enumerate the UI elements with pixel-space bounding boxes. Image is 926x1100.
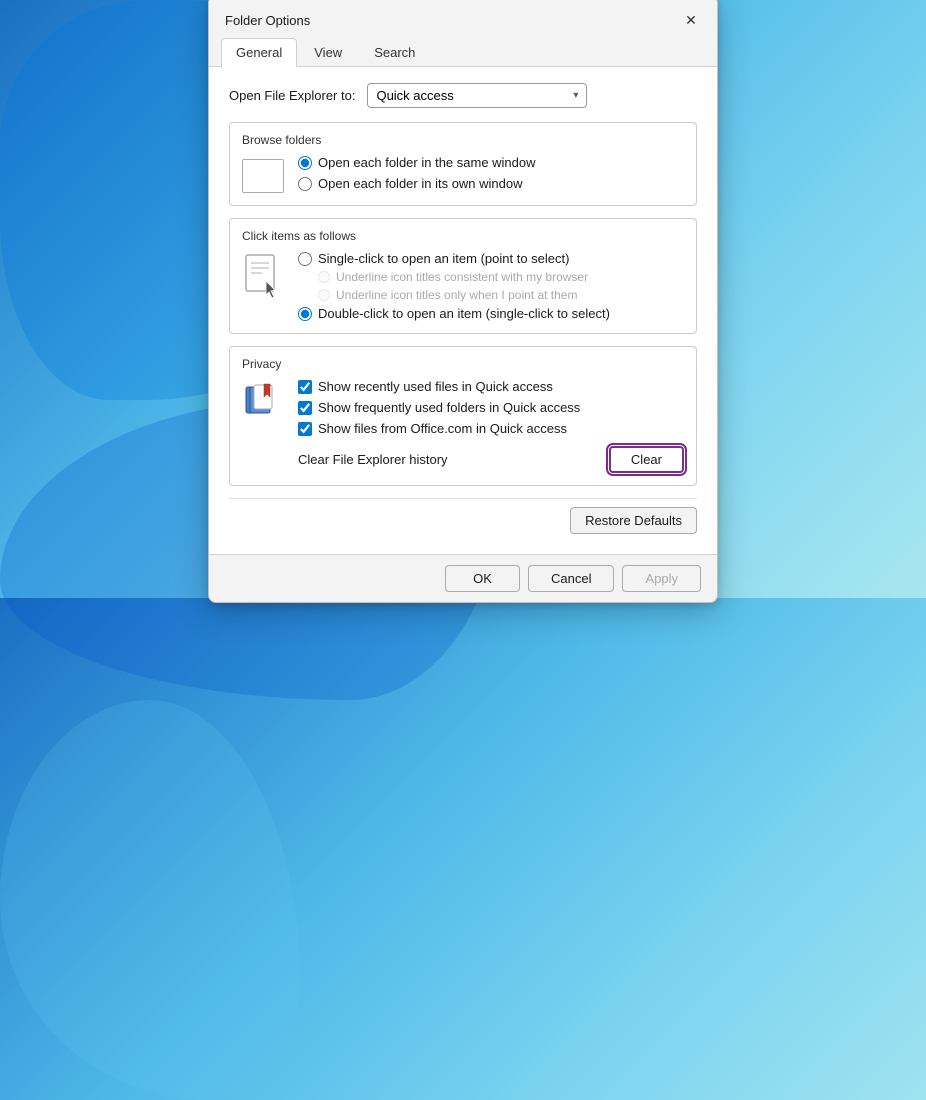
folder-icon	[242, 159, 284, 193]
radio-single-click[interactable]: Single-click to open an item (point to s…	[298, 251, 610, 266]
radio-own-window-label: Open each folder in its own window	[318, 176, 523, 191]
clear-history-row: Clear File Explorer history Clear	[242, 446, 684, 473]
dialog-footer: OK Cancel Apply	[209, 554, 717, 602]
privacy-section: Privacy	[229, 346, 697, 486]
radio-underline-point-input[interactable]	[318, 289, 330, 301]
radio-same-window-input[interactable]	[298, 156, 312, 170]
restore-defaults-button[interactable]: Restore Defaults	[570, 507, 697, 534]
dialog-content: Open File Explorer to: Quick access ▾ Br…	[209, 67, 717, 554]
radio-underline-browser-row: Underline icon titles consistent with my…	[318, 270, 610, 284]
radio-single-click-input[interactable]	[298, 252, 312, 266]
apply-button[interactable]: Apply	[622, 565, 701, 592]
checkbox-recent-files[interactable]: Show recently used files in Quick access	[298, 379, 580, 394]
radio-own-window[interactable]: Open each folder in its own window	[298, 176, 536, 191]
clear-history-label: Clear File Explorer history	[298, 452, 448, 467]
privacy-legend: Privacy	[242, 357, 684, 371]
privacy-icon	[242, 379, 284, 429]
restore-defaults-row: Restore Defaults	[229, 498, 697, 538]
radio-underline-browser-input[interactable]	[318, 271, 330, 283]
ok-button[interactable]: OK	[445, 565, 520, 592]
checkbox-frequent-folders-label: Show frequently used folders in Quick ac…	[318, 400, 580, 415]
browse-folders-radio-group: Open each folder in the same window Open…	[298, 155, 536, 191]
radio-single-click-label: Single-click to open an item (point to s…	[318, 251, 569, 266]
dialog-title: Folder Options	[225, 13, 310, 28]
privacy-checkbox-group: Show recently used files in Quick access…	[298, 379, 580, 436]
browse-folders-legend: Browse folders	[242, 133, 684, 147]
browse-folders-inner: Open each folder in the same window Open…	[242, 155, 684, 193]
radio-double-click-input[interactable]	[298, 307, 312, 321]
close-button[interactable]: ✕	[677, 6, 705, 34]
checkbox-recent-files-label: Show recently used files in Quick access	[318, 379, 553, 394]
radio-own-window-input[interactable]	[298, 177, 312, 191]
radio-underline-point-row: Underline icon titles only when I point …	[318, 288, 610, 302]
tab-general[interactable]: General	[221, 38, 297, 67]
radio-same-window-label: Open each folder in the same window	[318, 155, 536, 170]
tab-view[interactable]: View	[299, 38, 357, 66]
radio-same-window[interactable]: Open each folder in the same window	[298, 155, 536, 170]
checkbox-recent-files-input[interactable]	[298, 380, 312, 394]
click-icon	[242, 253, 284, 303]
tab-search[interactable]: Search	[359, 38, 430, 66]
checkbox-office-files-input[interactable]	[298, 422, 312, 436]
chevron-down-icon: ▾	[573, 90, 578, 101]
radio-underline-point-label: Underline icon titles only when I point …	[336, 288, 577, 302]
open-explorer-row: Open File Explorer to: Quick access ▾	[229, 83, 697, 108]
open-explorer-label: Open File Explorer to:	[229, 88, 355, 103]
checkbox-office-files-label: Show files from Office.com in Quick acce…	[318, 421, 567, 436]
radio-underline-browser-label: Underline icon titles consistent with my…	[336, 270, 588, 284]
checkbox-frequent-folders[interactable]: Show frequently used folders in Quick ac…	[298, 400, 580, 415]
folder-options-dialog: Folder Options ✕ General View Search Ope…	[208, 0, 718, 603]
open-explorer-dropdown[interactable]: Quick access ▾	[367, 83, 587, 108]
dropdown-value: Quick access	[376, 88, 453, 103]
click-items-section: Click items as follows	[229, 218, 697, 334]
radio-double-click[interactable]: Double-click to open an item (single-cli…	[298, 306, 610, 321]
checkbox-office-files[interactable]: Show files from Office.com in Quick acce…	[298, 421, 580, 436]
checkbox-frequent-folders-input[interactable]	[298, 401, 312, 415]
tabs-bar: General View Search	[209, 38, 717, 67]
click-items-radio-group: Single-click to open an item (point to s…	[298, 251, 610, 321]
clear-button[interactable]: Clear	[609, 446, 684, 473]
click-items-inner: Single-click to open an item (point to s…	[242, 251, 684, 321]
privacy-inner: Show recently used files in Quick access…	[242, 379, 684, 436]
radio-double-click-label: Double-click to open an item (single-cli…	[318, 306, 610, 321]
cancel-button[interactable]: Cancel	[528, 565, 614, 592]
browse-folders-section: Browse folders Open each folder in the s…	[229, 122, 697, 206]
click-items-legend: Click items as follows	[242, 229, 684, 243]
title-bar: Folder Options ✕	[209, 0, 717, 34]
